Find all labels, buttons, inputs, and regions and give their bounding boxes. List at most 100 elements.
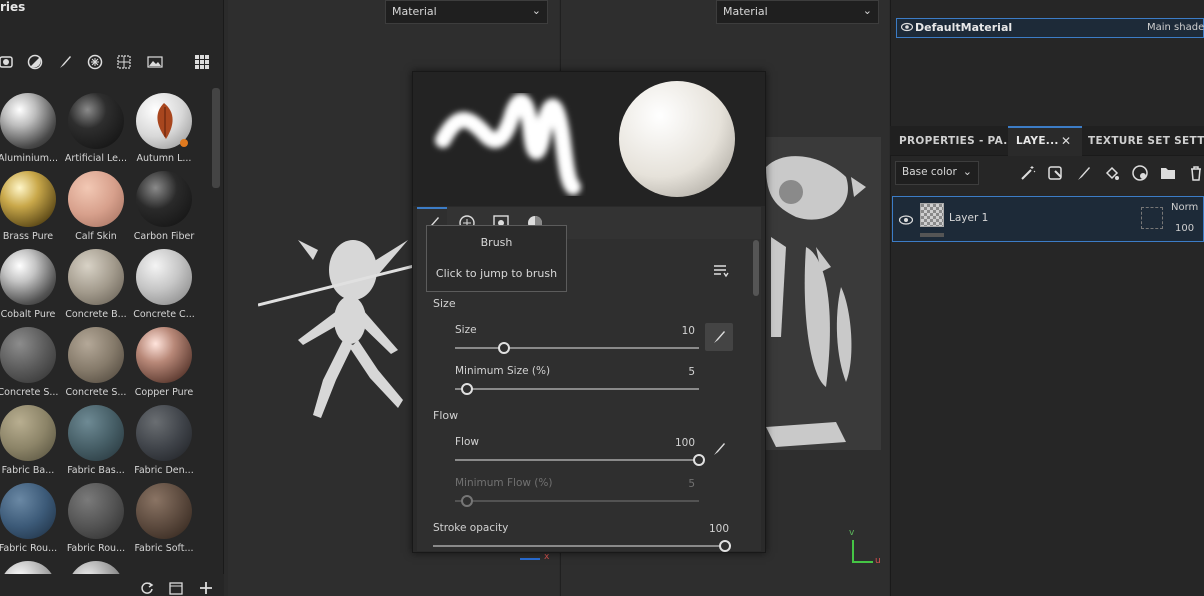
popup-scrollbar[interactable] [753, 240, 759, 296]
min-size-value[interactable]: 5 [655, 366, 695, 378]
min-size-slider-track[interactable] [455, 388, 699, 390]
min-size-label: Minimum Size (%) [455, 365, 551, 377]
material-thumb[interactable]: Concrete S... [61, 327, 131, 405]
layers-tab-bar: PROPERTIES - PA... LAYE... ✕ TEXTURE SET… [890, 126, 1204, 156]
magic-wand-icon[interactable] [1019, 164, 1037, 182]
size-slider-track[interactable] [455, 347, 699, 349]
material-label: Cobalt Pure [0, 309, 56, 320]
material-thumb[interactable]: Fabric Bas... [61, 405, 131, 483]
material-ball [68, 483, 124, 539]
eye-icon[interactable] [898, 211, 914, 230]
shelf-title: ries [0, 0, 26, 14]
grid-view-icon[interactable] [192, 52, 212, 72]
material-thumb[interactable]: Brass Pure [0, 171, 63, 249]
new-folder-icon[interactable] [168, 580, 184, 596]
texture-set-shader[interactable]: Main shader [1147, 22, 1204, 33]
eye-icon[interactable] [900, 21, 914, 36]
material-thumb[interactable]: Concrete S... [0, 327, 63, 405]
brush-popup: Size Size 10 Minimum Size (%) 5 Flow Flo… [412, 71, 766, 553]
filter-alpha-icon[interactable] [85, 52, 105, 72]
viewport-3d-select-value: Material [392, 5, 437, 18]
tooltip-title: Brush [480, 236, 513, 249]
tab-texture-set-settings[interactable]: TEXTURE SET SETTIN [1088, 126, 1204, 156]
texture-set-row[interactable]: DefaultMaterial Main shader [896, 18, 1204, 38]
axis-x-label: x [544, 552, 550, 562]
material-ball [136, 171, 192, 227]
add-paint-layer-icon[interactable] [1075, 164, 1093, 182]
stroke-opacity-slider-thumb[interactable] [719, 540, 731, 552]
axis-gizmo-3d: x [520, 552, 550, 568]
delete-icon[interactable] [1187, 164, 1204, 182]
flow-slider-thumb[interactable] [693, 454, 705, 466]
close-icon[interactable]: ✕ [1061, 134, 1071, 148]
material-thumb[interactable]: Aluminium... [0, 93, 63, 171]
brush-preview [413, 72, 765, 206]
flow-slider-track[interactable] [455, 459, 699, 461]
material-thumb[interactable]: Fabric Den... [129, 405, 199, 483]
material-thumb[interactable]: Autumn L... [129, 93, 199, 171]
filter-environment-icon[interactable] [145, 52, 165, 72]
material-thumb[interactable]: Fabric Rou... [61, 483, 131, 561]
material-thumb[interactable]: Cobalt Pure [0, 249, 63, 327]
add-folder-icon[interactable] [1159, 164, 1177, 182]
viewport-2d-select-value: Material [723, 5, 768, 18]
channel-select[interactable]: Base color ⌄ [895, 161, 979, 185]
material-thumb[interactable]: Fabric Rou... [0, 483, 63, 561]
filter-brush-icon[interactable] [55, 52, 75, 72]
material-thumb[interactable]: Carbon Fiber [129, 171, 199, 249]
shelf-scrollbar[interactable] [212, 88, 220, 188]
flow-label: Flow [455, 436, 479, 448]
material-thumb[interactable]: Fabric Ba... [0, 405, 63, 483]
stroke-opacity-slider-track[interactable] [433, 545, 725, 547]
viewport-2d-material-select[interactable]: Material ⌄ [716, 0, 879, 24]
min-flow-slider-thumb [461, 495, 474, 507]
pen-pressure-flow-icon[interactable] [711, 441, 727, 461]
layer-thumbnail [920, 203, 944, 227]
add-mask-icon[interactable] [1103, 164, 1121, 182]
material-label: Fabric Rou... [66, 543, 126, 554]
layer-blend-mode[interactable]: Norm [1171, 202, 1198, 213]
axis-u-label: u [875, 556, 881, 566]
layer-mask-slot[interactable] [1141, 207, 1163, 229]
chevron-down-icon: ⌄ [862, 4, 872, 17]
add-icon[interactable] [198, 580, 214, 596]
tab-properties[interactable]: PROPERTIES - PA... [899, 126, 1016, 156]
filter-grid-icon[interactable] [114, 52, 134, 72]
brush-tooltip: Brush Click to jump to brush [426, 225, 567, 292]
flow-value[interactable]: 100 [655, 437, 695, 449]
material-label: Calf Skin [75, 231, 117, 242]
material-label: Carbon Fiber [133, 231, 195, 242]
layer-opacity[interactable]: 100 [1175, 223, 1194, 234]
layer-row[interactable]: Layer 1 Norm 100 [892, 196, 1204, 242]
size-value[interactable]: 10 [655, 325, 695, 337]
material-ball [136, 405, 192, 461]
material-thumb[interactable]: Copper Pure [129, 327, 199, 405]
section-size[interactable]: Size [433, 297, 456, 310]
min-flow-slider-track [455, 500, 699, 502]
stroke-opacity-value[interactable]: 100 [689, 523, 729, 535]
material-label: Artificial Le... [64, 153, 128, 164]
material-thumb[interactable]: Artificial Le... [61, 93, 131, 171]
material-thumb[interactable]: Concrete B... [61, 249, 131, 327]
add-effect-icon[interactable] [1131, 164, 1149, 182]
min-size-slider-thumb[interactable] [461, 383, 474, 395]
add-fill-layer-icon[interactable] [1047, 164, 1065, 182]
filter-material-icon[interactable] [25, 52, 45, 72]
material-thumb[interactable]: Fabric Soft... [129, 483, 199, 561]
material-label: Concrete C... [133, 309, 195, 320]
section-flow[interactable]: Flow [433, 409, 458, 422]
presets-menu-icon[interactable] [713, 263, 729, 282]
uv-canvas[interactable] [766, 137, 881, 450]
material-label: Fabric Soft... [134, 543, 194, 554]
refresh-icon[interactable] [139, 580, 155, 596]
size-slider-thumb[interactable] [497, 342, 510, 354]
material-thumb[interactable]: Calf Skin [61, 171, 131, 249]
material-ball [0, 171, 56, 227]
pen-pressure-size-button[interactable] [705, 323, 733, 351]
material-ball [68, 405, 124, 461]
material-thumb[interactable]: Concrete C... [129, 249, 199, 327]
filter-square-icon[interactable] [0, 52, 16, 72]
tab-layers[interactable]: LAYE... [1016, 126, 1059, 156]
viewport-3d-material-select[interactable]: Material ⌄ [385, 0, 548, 24]
layer-name[interactable]: Layer 1 [949, 212, 988, 224]
